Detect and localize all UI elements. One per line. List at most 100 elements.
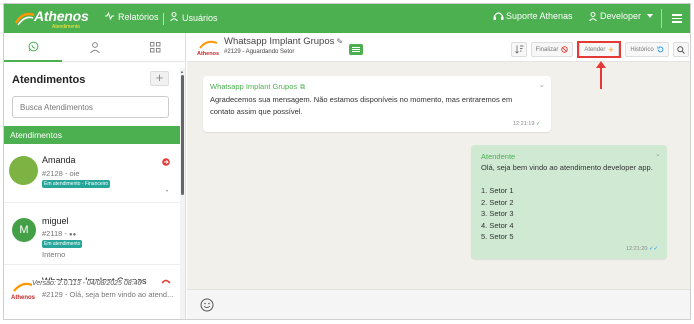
message-line: 1. Setor 1 <box>481 186 514 195</box>
scroll-up-icon[interactable]: ▲ <box>180 69 184 74</box>
list-item[interactable]: Amanda #2128 - oie Em atendimento - Fina… <box>4 144 180 203</box>
add-conversation-button[interactable]: + <box>150 71 169 86</box>
status-badge: Em atendimento - Financeiro <box>42 180 111 188</box>
section-title: Atendimentos <box>12 74 86 86</box>
message-bubble-incoming: Whatsapp Implant Grupos ⧉ ⌄ Agradecemos s… <box>203 76 551 132</box>
version-label: Versão: 2.0.113 - 04/08/2025 08:46 <box>32 280 142 287</box>
search-input[interactable] <box>12 96 169 118</box>
user-name: Developer <box>600 11 642 21</box>
status-badge: Em atendimento <box>42 240 83 248</box>
phone-hangup-icon <box>161 279 171 284</box>
support-label: Suporte Athenas <box>506 11 573 21</box>
chevron-down-icon[interactable] <box>647 14 653 18</box>
athenos-avatar-icon: Athenos <box>197 40 219 56</box>
last-message: #2118 - ●● <box>42 229 76 238</box>
menu-icon[interactable] <box>672 14 682 23</box>
message-composer <box>187 289 690 319</box>
nav-relatorios-label: Relatórios <box>118 12 159 22</box>
support-link[interactable]: Suporte Athenas <box>493 11 573 21</box>
search-icon <box>677 45 685 54</box>
avatar <box>9 156 38 185</box>
sort-button[interactable] <box>511 42 527 57</box>
logo-subtext: Atendimento <box>52 24 81 30</box>
logo-text: Athenos <box>34 8 89 24</box>
grid-icon <box>149 42 160 53</box>
more-dot: • <box>166 189 169 195</box>
conversations-panel: Atendimentos + Atendimentos Amanda #2128… <box>4 33 186 319</box>
user-icon <box>90 42 100 53</box>
activity-icon <box>105 11 114 22</box>
message-text: Agradecemos sua mensagem. Não estamos di… <box>210 94 512 117</box>
list-item[interactable]: Athenos Whatsapp Implant Grupos #2129 - … <box>4 266 180 319</box>
message-sender: Atendente <box>481 152 516 161</box>
whatsapp-icon <box>28 41 38 52</box>
message-line: 5. Setor 5 <box>481 232 514 241</box>
conversation-list: Amanda #2128 - oie Em atendimento - Fina… <box>4 144 180 319</box>
chevron-down-icon[interactable]: ⌄ <box>539 80 545 92</box>
historico-label: Histórico <box>630 46 654 53</box>
last-message: #2129 - Olá, seja bem vindo ao atend... <box>42 290 174 299</box>
message-line: contato assim que possível. <box>210 106 303 116</box>
athenos-logo-icon <box>14 12 35 26</box>
tab-grid[interactable] <box>126 33 184 62</box>
search-button[interactable] <box>673 42 689 57</box>
message-line <box>481 174 653 186</box>
contact-name: miguel <box>42 216 69 226</box>
athenos-logo[interactable]: Athenos Atendimento <box>14 8 89 30</box>
panel-tabs <box>4 33 186 62</box>
nav-usuarios-label: Usuários <box>182 13 218 23</box>
sort-icon <box>514 45 523 54</box>
details-button[interactable] <box>349 44 363 55</box>
user-icon <box>589 12 597 22</box>
chat-area: Athenos Whatsapp Implant Grupos ✎ #2129 -… <box>187 33 690 319</box>
nav-relatorios[interactable]: Relatórios <box>105 11 159 22</box>
message-text: Olá, seja bem vindo ao atendimento devel… <box>481 162 653 243</box>
history-icon <box>657 46 664 53</box>
ban-icon <box>561 46 569 53</box>
pencil-icon[interactable]: ✎ <box>336 37 343 46</box>
message-sender: Whatsapp Implant Grupos ⧉ <box>210 81 305 94</box>
chevron-down-icon[interactable]: ⌄ <box>655 149 661 161</box>
chat-header: Athenos Whatsapp Implant Grupos ✎ #2129 -… <box>187 33 690 62</box>
annotation-arrow <box>600 66 602 89</box>
tab-contacts[interactable] <box>66 33 124 62</box>
message-line: Agradecemos sua mensagem. Não estamos di… <box>210 95 513 104</box>
nav-divider <box>163 13 164 25</box>
contact-name: Amanda <box>42 155 76 165</box>
nav-divider <box>661 9 662 28</box>
svg-text:Athenos: Athenos <box>197 51 219 56</box>
message-time-text: 12:21:19 <box>513 121 535 127</box>
chat-subtitle: #2129 - Aguardando Setor <box>224 49 295 55</box>
check-icon: ✓ <box>535 121 541 127</box>
headset-icon <box>493 12 504 20</box>
scrollbar-thumb[interactable] <box>181 75 184 195</box>
chat-title: Whatsapp Implant Grupos ✎ <box>224 36 343 47</box>
department-label: Interno <box>42 250 66 259</box>
svg-text:Athenos: Athenos <box>11 295 36 301</box>
app-window: Athenos Atendimento Relatórios Usuários … <box>3 3 691 320</box>
user-icon <box>170 12 178 23</box>
group-header[interactable]: Atendimentos <box>4 126 180 144</box>
highlight-box <box>577 41 621 58</box>
message-line: 3. Setor 3 <box>481 209 514 218</box>
last-message: #2128 - oie <box>42 169 80 178</box>
double-check-icon: ✓✓ <box>648 246 659 252</box>
top-navbar: Athenos Atendimento Relatórios Usuários … <box>4 4 690 33</box>
message-line: 2. Setor 2 <box>481 197 514 207</box>
message-time: 12:21:20 ✓✓ <box>626 244 658 256</box>
user-menu[interactable]: Developer <box>589 11 642 22</box>
tab-whatsapp[interactable] <box>4 33 62 62</box>
emoji-icon[interactable] <box>200 298 214 312</box>
eyes-emoji-icon: ●● <box>68 232 77 238</box>
historico-button[interactable]: Histórico <box>625 42 669 57</box>
chat-title-text: Whatsapp Implant Grupos <box>224 36 335 47</box>
nav-usuarios[interactable]: Usuários <box>170 12 218 23</box>
message-time: 12:21:19 ✓ <box>513 119 541 131</box>
list-item[interactable]: M miguel #2118 - ●● Em atendimento Inter… <box>4 204 180 265</box>
message-time-text: 12:21:20 <box>626 246 648 252</box>
message-sender-text: Whatsapp Implant Grupos <box>210 82 298 91</box>
finalizar-button[interactable]: Finalizar <box>531 42 573 57</box>
avatar: M <box>12 218 36 242</box>
copy-icon[interactable]: ⧉ <box>300 84 305 91</box>
finalizar-label: Finalizar <box>535 46 559 53</box>
